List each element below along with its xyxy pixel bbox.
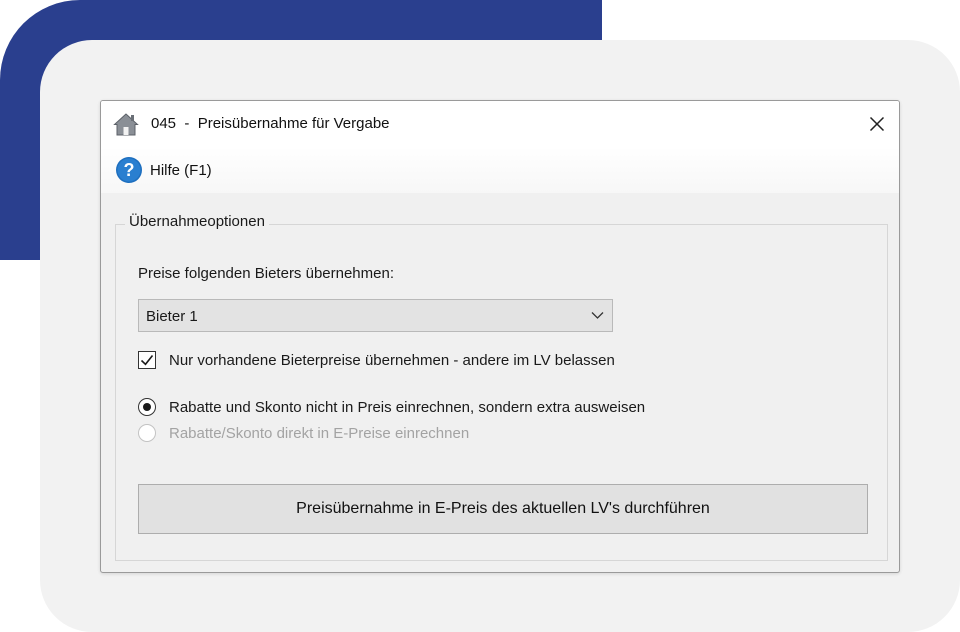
radio-option-separate-discounts: Rabatte und Skonto nicht in Preis einrec… <box>138 396 645 418</box>
options-group-legend: Übernahmeoptionen <box>125 213 269 230</box>
radio-option-include-discounts: Rabatte/Skonto direkt in E-Preise einrec… <box>138 422 469 444</box>
bidder-select-label: Preise folgenden Bieters übernehmen: <box>138 265 394 282</box>
window-number: 045 <box>151 115 177 132</box>
radio-separate-discounts-label: Rabatte und Skonto nicht in Preis einrec… <box>169 398 646 416</box>
chevron-down-icon <box>591 312 604 319</box>
close-icon <box>869 116 885 132</box>
help-label: Hilfe (F1) <box>150 161 212 179</box>
window-title-text: Preisübernahme für Vergabe <box>197 115 390 132</box>
radio-include-discounts-label: Rabatte/Skonto direkt in E-Preise einrec… <box>169 424 470 442</box>
dialog-window: 045 - Preisübernahme für Vergabe ? Hilfe… <box>100 100 900 573</box>
existing-prices-checkbox[interactable] <box>138 351 156 369</box>
apply-prices-button[interactable]: Preisübernahme in E-Preis des aktuellen … <box>138 484 868 534</box>
window-title: 045 - Preisübernahme für Vergabe <box>151 115 390 132</box>
close-button[interactable] <box>855 101 899 147</box>
home-icon <box>113 113 139 136</box>
radio-separate-discounts[interactable] <box>138 398 156 416</box>
title-bar: 045 - Preisübernahme für Vergabe <box>101 101 899 147</box>
help-icon: ? <box>116 157 142 183</box>
svg-text:?: ? <box>124 160 135 180</box>
help-menu-item[interactable]: ? Hilfe (F1) <box>115 156 212 184</box>
checkmark-icon <box>140 355 154 366</box>
radio-include-discounts[interactable] <box>138 424 156 442</box>
existing-prices-option: Nur vorhandene Bieterpreise übernehmen -… <box>138 349 615 371</box>
window-title-separator: - <box>184 115 190 132</box>
menu-bar: ? Hilfe (F1) <box>101 147 899 193</box>
bidder-select[interactable]: Bieter 1 <box>138 299 613 332</box>
existing-prices-label: Nur vorhandene Bieterpreise übernehmen -… <box>169 351 615 369</box>
bidder-select-value: Bieter 1 <box>146 308 198 325</box>
